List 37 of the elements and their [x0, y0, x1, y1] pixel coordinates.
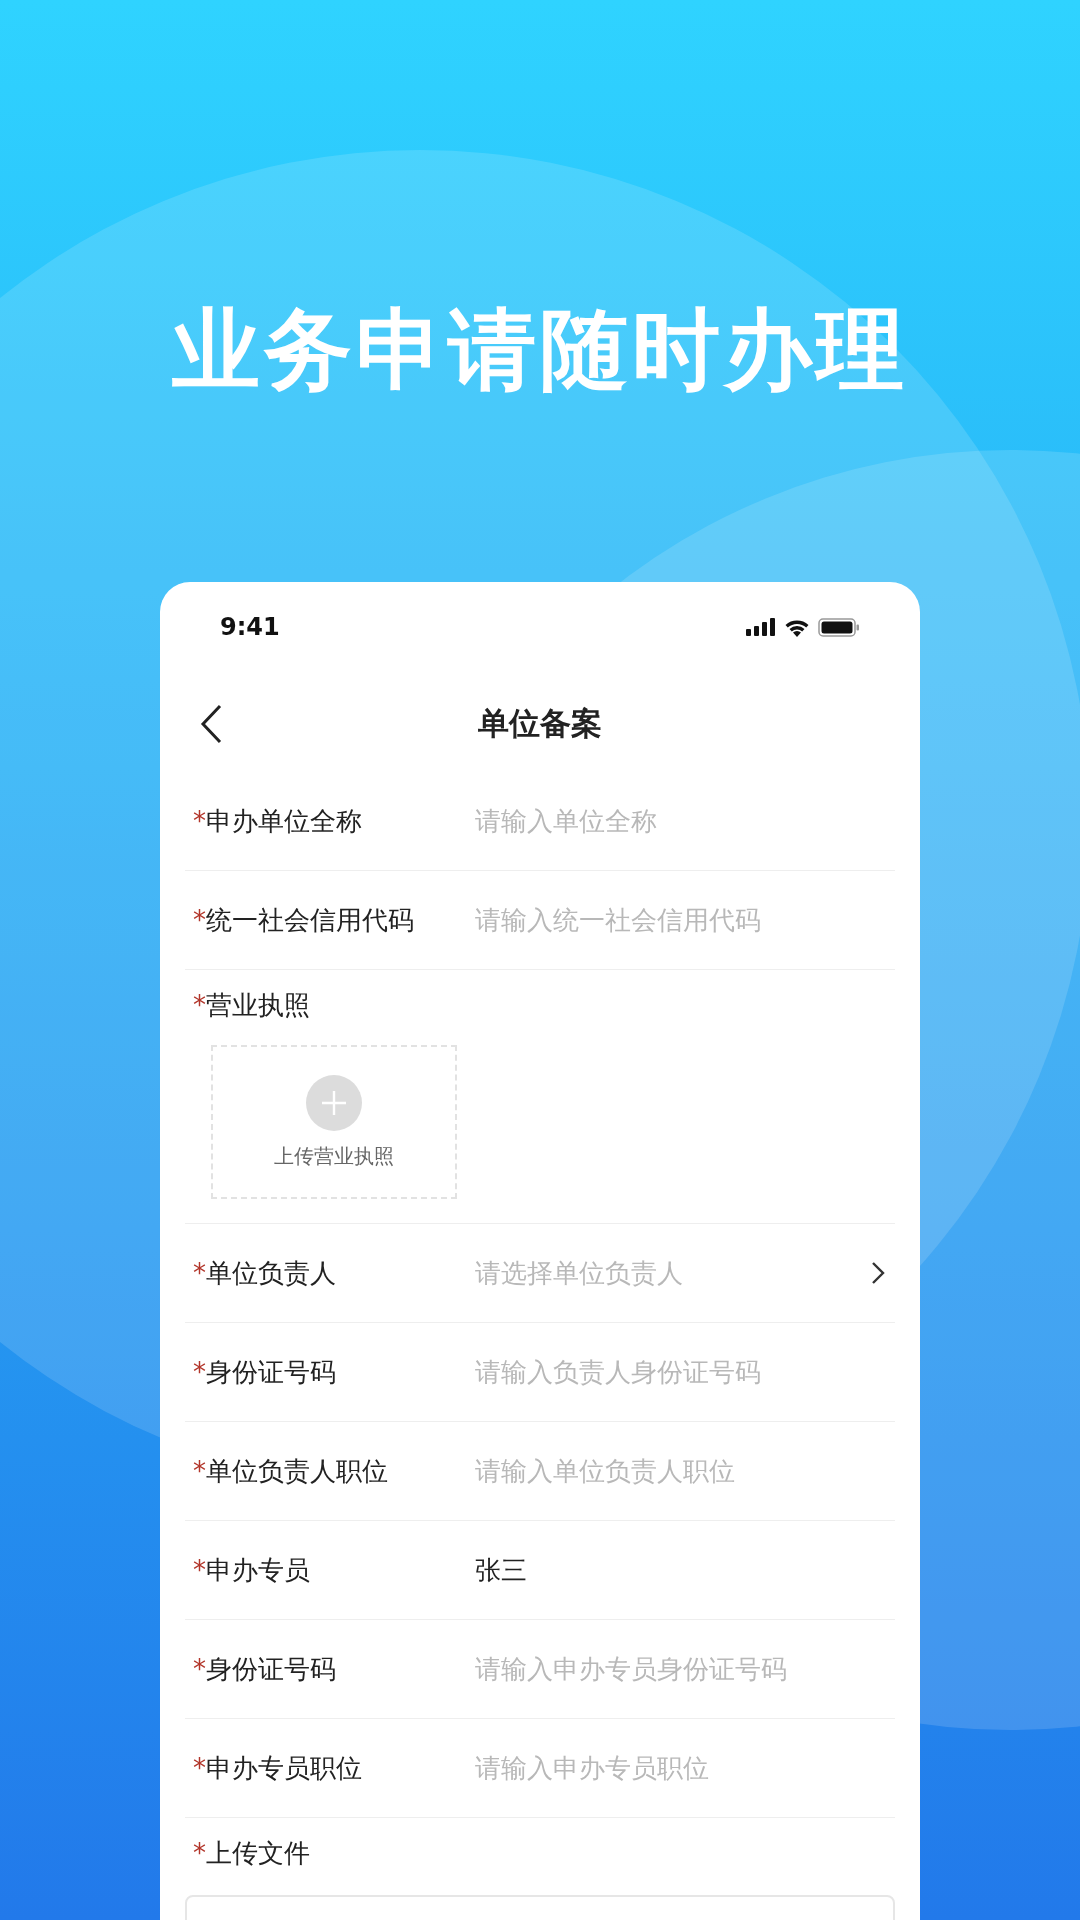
input-field[interactable]: 请输入统一社会信用代码	[475, 900, 895, 940]
field-label: 申办专员	[206, 1553, 310, 1587]
field-label: 上传文件	[206, 1837, 310, 1870]
required-mark: *	[193, 904, 206, 935]
field-label: 营业执照	[206, 989, 310, 1022]
battery-icon	[818, 617, 860, 637]
field-label: 申办专员职位	[206, 1751, 362, 1785]
signal-icon	[746, 618, 776, 636]
input-field[interactable]: 请输入单位全称	[475, 801, 895, 841]
required-mark: *	[193, 1752, 206, 1783]
required-mark: *	[193, 1838, 206, 1868]
status-time: 9:41	[220, 613, 280, 641]
input-field[interactable]: 请输入负责人身份证号码	[475, 1352, 895, 1392]
required-mark: *	[193, 805, 206, 836]
field-label: 单位负责人职位	[206, 1454, 388, 1488]
headline: 业务申请随时办理	[172, 297, 908, 403]
page-title: 单位备案	[478, 704, 602, 743]
field-label: 身份证号码	[206, 1652, 336, 1686]
field-label: 身份证号码	[206, 1355, 336, 1389]
required-mark: *	[193, 1455, 206, 1486]
field-label: 统一社会信用代码	[206, 903, 414, 937]
upload-button[interactable]: 上传营业执照	[211, 1045, 457, 1199]
input-field[interactable]: 张三	[475, 1550, 895, 1590]
required-mark: *	[193, 1554, 206, 1585]
required-mark: *	[193, 1653, 206, 1684]
back-icon[interactable]	[200, 704, 222, 744]
required-mark: *	[193, 1356, 206, 1387]
chevron-right-icon	[871, 1261, 885, 1285]
input-field[interactable]: 请输入申办专员身份证号码	[475, 1649, 895, 1689]
plus-icon	[306, 1074, 362, 1131]
field-label: 单位负责人	[206, 1256, 336, 1290]
required-mark: *	[193, 990, 206, 1020]
input-field[interactable]: 请输入单位负责人职位	[475, 1451, 895, 1491]
required-mark: *	[193, 1257, 206, 1288]
select-field[interactable]: 请选择单位负责人	[475, 1253, 871, 1293]
field-label: 申办单位全称	[206, 804, 362, 838]
input-field[interactable]: 请输入申办专员职位	[475, 1748, 895, 1788]
